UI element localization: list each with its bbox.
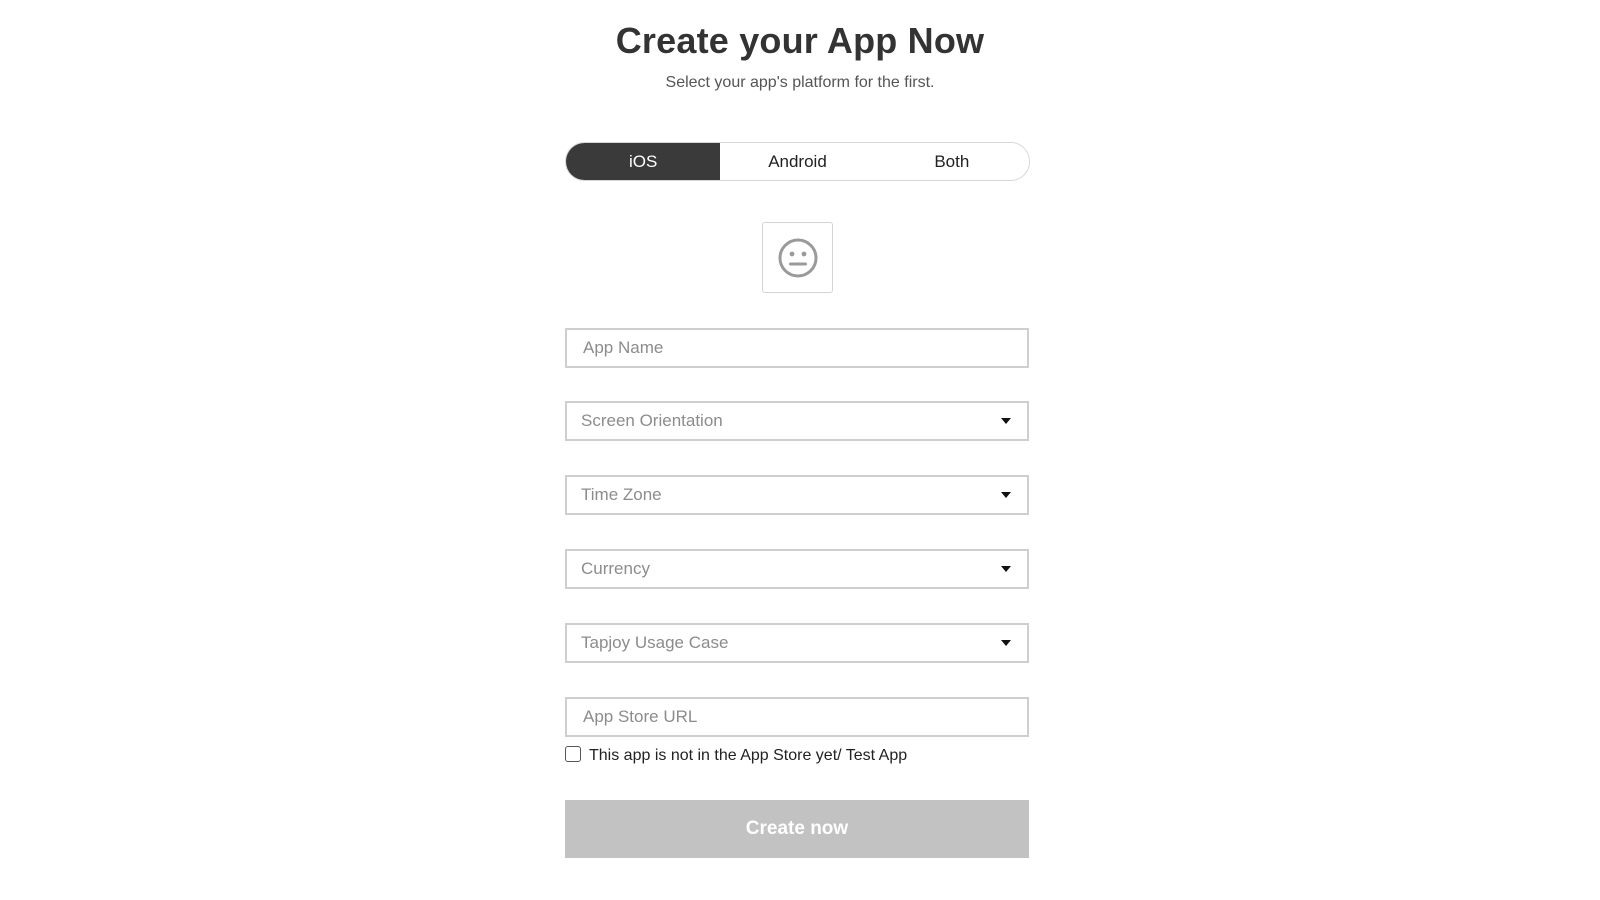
chevron-down-icon [1001, 566, 1011, 572]
app-icon-upload[interactable] [762, 222, 833, 293]
platform-option-ios[interactable]: iOS [566, 143, 721, 180]
create-app-page: Create your App Now Select your app's pl… [0, 0, 1600, 900]
screen-orientation-value: Screen Orientation [581, 411, 723, 430]
platform-toggle: iOS Android Both [565, 142, 1030, 181]
page-title: Create your App Now [615, 20, 985, 61]
test-app-checkbox-label[interactable]: This app is not in the App Store yet/ Te… [589, 747, 907, 765]
time-zone-value: Time Zone [581, 485, 662, 504]
app-name-input[interactable] [567, 330, 1027, 366]
app-name-field [565, 328, 1029, 368]
currency-select[interactable]: Currency [565, 549, 1029, 589]
page-subtitle: Select your app's platform for the first… [665, 74, 935, 91]
platform-option-both[interactable]: Both [874, 143, 1029, 180]
app-store-url-field [565, 697, 1029, 737]
test-app-checkbox-row: This app is not in the App Store yet/ Te… [565, 743, 907, 765]
usage-case-select[interactable]: Tapjoy Usage Case [565, 623, 1029, 663]
currency-value: Currency [581, 559, 650, 578]
time-zone-select[interactable]: Time Zone [565, 475, 1029, 515]
neutral-face-icon [778, 238, 817, 277]
chevron-down-icon [1001, 640, 1011, 646]
app-store-url-input[interactable] [567, 699, 1027, 735]
chevron-down-icon [1001, 418, 1011, 424]
usage-case-value: Tapjoy Usage Case [581, 633, 729, 652]
create-now-button[interactable]: Create now [565, 800, 1029, 858]
platform-option-android[interactable]: Android [720, 143, 875, 180]
chevron-down-icon [1001, 492, 1011, 498]
screen-orientation-select[interactable]: Screen Orientation [565, 401, 1029, 441]
test-app-checkbox[interactable] [565, 746, 581, 762]
